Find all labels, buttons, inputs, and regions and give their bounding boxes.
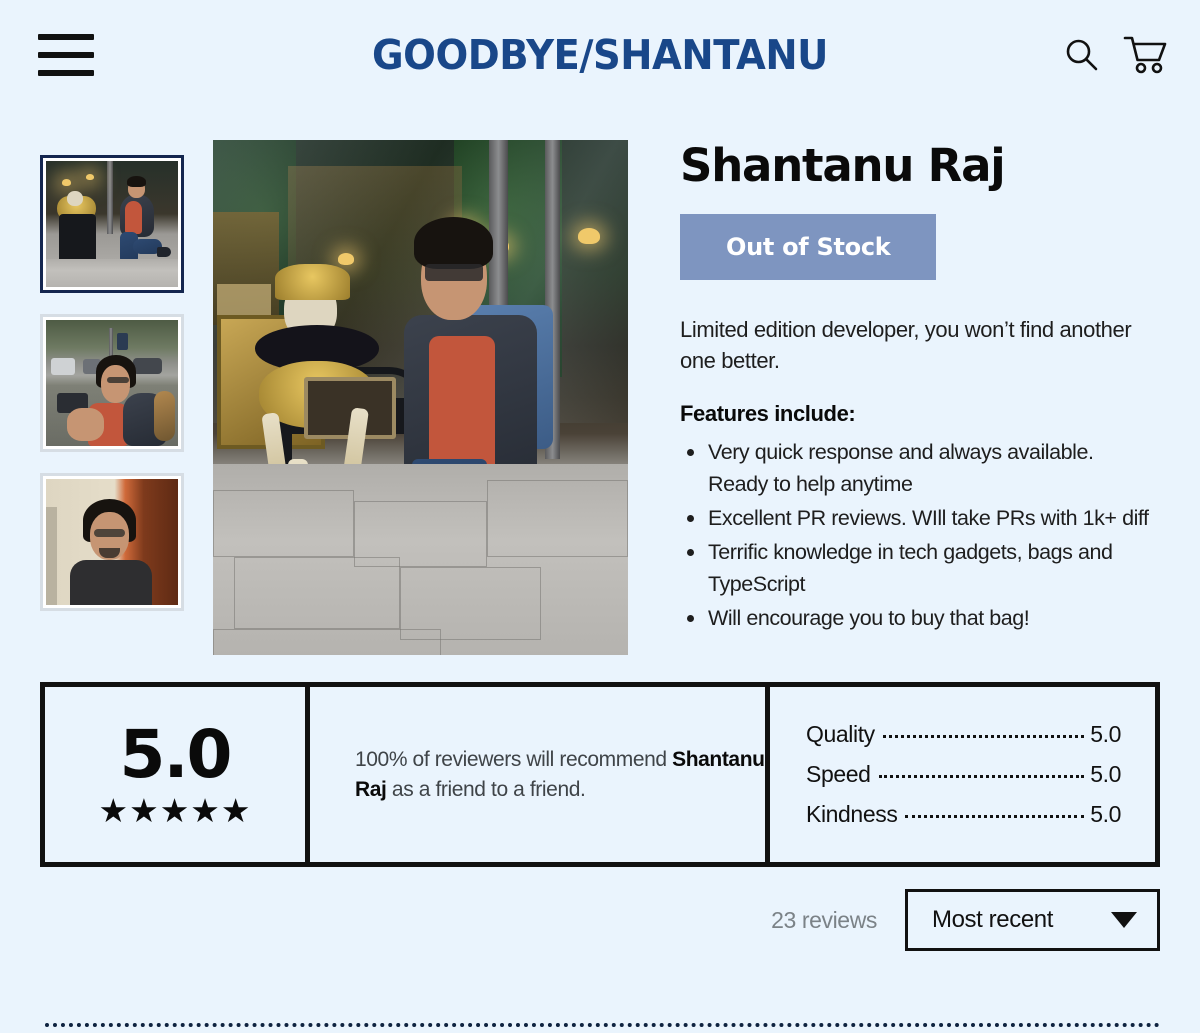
- overall-score-value: 5.0: [119, 716, 233, 793]
- search-icon[interactable]: [1058, 31, 1106, 79]
- rating-breakdown-label: Speed: [806, 761, 871, 787]
- overall-score-stars: ★★★★★: [98, 792, 252, 829]
- thumbnail-3-image: [46, 479, 178, 605]
- site-logo-text[interactable]: GOODBYE/SHANTANU: [372, 31, 828, 79]
- thumbnail-1[interactable]: [40, 155, 184, 293]
- rating-breakdown-label: Quality: [806, 721, 875, 747]
- reviews-count-label: 23 reviews: [771, 906, 877, 933]
- recommendation-suffix: as a friend to a friend.: [386, 777, 586, 801]
- site-header: GOODBYE/SHANTANU: [0, 0, 1200, 110]
- rating-breakdown-value: 5.0: [1090, 761, 1121, 787]
- stock-status-button[interactable]: Out of Stock: [680, 214, 937, 281]
- thumbnail-list: [40, 140, 190, 655]
- rating-breakdown-cell: Quality 5.0 Speed 5.0 Kindness 5.0: [770, 687, 1155, 862]
- product-description: Limited edition developer, you won’t fin…: [680, 317, 1132, 374]
- recommendation-cell: 100% of reviewers will recommend Shantan…: [310, 687, 770, 862]
- leader-dots: [878, 775, 1085, 778]
- features-heading: Features include:: [680, 400, 856, 426]
- header-actions: [1058, 31, 1170, 79]
- product-area: Shantanu Raj Out of Stock Limited editio…: [0, 110, 1200, 655]
- reviews-toolbar: 23 reviews Most recent: [40, 889, 1160, 951]
- product-title: Shantanu Raj: [680, 139, 1006, 192]
- hamburger-bar: [38, 70, 94, 76]
- thumbnail-2-image: [46, 320, 178, 446]
- thumbnail-1-image: [46, 161, 178, 287]
- rating-breakdown-row: Speed 5.0: [806, 761, 1121, 788]
- rating-breakdown-label: Kindness: [806, 801, 898, 827]
- thumbnail-3[interactable]: [40, 473, 184, 611]
- hamburger-bar: [38, 52, 94, 58]
- hamburger-bar: [38, 34, 94, 40]
- shopping-cart-icon[interactable]: [1122, 31, 1170, 79]
- product-info: Shantanu Raj Out of Stock Limited editio…: [628, 140, 1160, 655]
- feature-item: Very quick response and always available…: [680, 436, 1150, 501]
- review-summary-panel: 5.0 ★★★★★ 100% of reviewers will recomme…: [40, 682, 1160, 867]
- overall-score-cell: 5.0 ★★★★★: [45, 687, 310, 862]
- reviews-sort-select[interactable]: Most recent: [905, 889, 1160, 951]
- feature-item: Terrific knowledge in tech gadgets, bags…: [680, 536, 1150, 601]
- hero-product-image[interactable]: [213, 140, 628, 655]
- reviews-sort-value: Most recent: [932, 906, 1053, 933]
- rating-breakdown-value: 5.0: [1090, 801, 1121, 827]
- site-logo: GOODBYE/SHANTANU: [36, 31, 1164, 79]
- rating-breakdown-value: 5.0: [1090, 721, 1121, 747]
- rating-breakdown-row: Quality 5.0: [806, 721, 1121, 748]
- features-list: Very quick response and always available…: [680, 436, 1150, 635]
- leader-dots: [905, 815, 1085, 818]
- chevron-down-icon: [1111, 912, 1137, 928]
- bottom-dotted-divider: [45, 1023, 1160, 1027]
- leader-dots: [882, 735, 1085, 738]
- rating-breakdown-row: Kindness 5.0: [806, 801, 1121, 828]
- recommendation-prefix: 100% of reviewers will recommend: [355, 747, 673, 771]
- thumbnail-2[interactable]: [40, 314, 184, 452]
- feature-item: Excellent PR reviews. WIll take PRs with…: [680, 502, 1150, 535]
- recommendation-text: 100% of reviewers will recommend Shantan…: [355, 745, 765, 805]
- hamburger-menu-icon[interactable]: [38, 34, 94, 76]
- feature-item: Will encourage you to buy that bag!: [680, 602, 1150, 635]
